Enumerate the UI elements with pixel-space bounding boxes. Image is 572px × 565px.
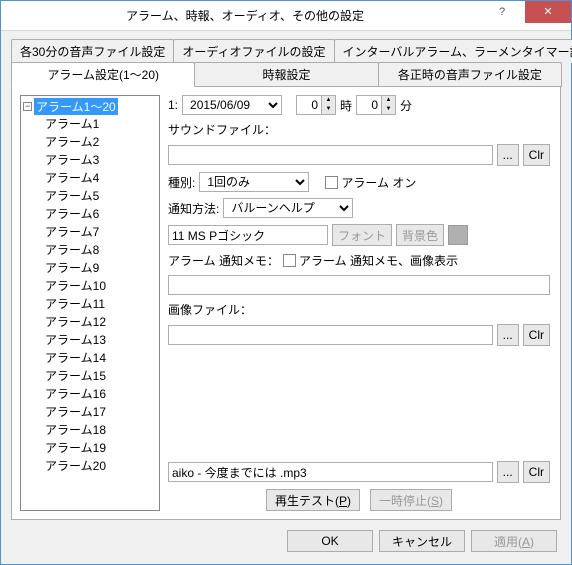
play-test-button[interactable]: 再生テスト(P)	[266, 489, 360, 511]
tab-audio-file[interactable]: オーディオファイルの設定	[173, 39, 334, 63]
memo-image-checkbox[interactable]: アラーム 通知メモ、画像表示	[283, 252, 458, 269]
titlebar: アラーム、時報、オーディオ、その他の設定 ? ✕	[1, 1, 571, 31]
chevron-down-icon[interactable]: ▼	[321, 105, 335, 114]
hour-suffix: 時	[340, 97, 352, 114]
tree-item[interactable]: アラーム16	[45, 386, 157, 404]
tree-item[interactable]: アラーム5	[45, 188, 157, 206]
memo-input[interactable]	[168, 275, 550, 295]
audio-input[interactable]	[168, 462, 493, 482]
tree-item[interactable]: アラーム13	[45, 332, 157, 350]
tab-hourly-sound[interactable]: 各正時の音声ファイル設定	[378, 62, 562, 87]
tab-panel: − アラーム1〜20 アラーム1アラーム2アラーム3アラーム4アラーム5アラーム…	[11, 86, 561, 520]
tab-time-signal[interactable]: 時報設定	[194, 62, 378, 87]
tree-item[interactable]: アラーム11	[45, 296, 157, 314]
chevron-up-icon[interactable]: ▲	[381, 96, 395, 105]
alarm-tree[interactable]: − アラーム1〜20 アラーム1アラーム2アラーム3アラーム4アラーム5アラーム…	[20, 95, 160, 511]
ok-button[interactable]: OK	[287, 530, 373, 552]
tree-children: アラーム1アラーム2アラーム3アラーム4アラーム5アラーム6アラーム7アラーム8…	[45, 116, 157, 476]
tree-item[interactable]: アラーム19	[45, 440, 157, 458]
tree-root[interactable]: − アラーム1〜20	[23, 98, 157, 115]
memo-image-label: アラーム 通知メモ、画像表示	[299, 252, 458, 269]
dialog-window: アラーム、時報、オーディオ、その他の設定 ? ✕ 各30分の音声ファイル設定 オ…	[0, 0, 572, 565]
window-title: アラーム、時報、オーディオ、その他の設定	[11, 7, 479, 24]
font-sample-input[interactable]	[168, 225, 328, 245]
hour-spinner[interactable]: ▲▼	[296, 95, 336, 115]
tree-item[interactable]: アラーム2	[45, 134, 157, 152]
alarm-on-checkbox[interactable]: アラーム オン	[325, 174, 416, 191]
index-label: 1:	[168, 98, 178, 112]
chevron-down-icon[interactable]: ▼	[381, 105, 395, 114]
image-input[interactable]	[168, 325, 493, 345]
checkbox-icon	[283, 254, 296, 267]
chevron-up-icon[interactable]: ▲	[321, 96, 335, 105]
help-button[interactable]: ?	[479, 1, 525, 23]
close-button[interactable]: ✕	[525, 1, 571, 23]
alarm-form: 1: 2015/06/09 ▲▼ 時 ▲▼ 分	[168, 95, 552, 511]
tab-interval-ramen[interactable]: インターバルアラーム、ラーメンタイマー設定	[334, 39, 572, 63]
audio-clear-button[interactable]: Clr	[523, 461, 550, 483]
notify-label: 通知方法:	[168, 200, 219, 217]
tree-item[interactable]: アラーム1	[45, 116, 157, 134]
date-select[interactable]: 2015/06/09	[182, 95, 282, 115]
client-area: 各30分の音声ファイル設定 オーディオファイルの設定 インターバルアラーム、ラー…	[1, 31, 571, 564]
tree-item[interactable]: アラーム15	[45, 368, 157, 386]
minute-value[interactable]	[357, 96, 381, 114]
type-select[interactable]: 1回のみ	[199, 172, 309, 192]
soundfile-clear-button[interactable]: Clr	[523, 144, 550, 166]
tree-item[interactable]: アラーム12	[45, 314, 157, 332]
pause-button[interactable]: 一時停止(S)	[370, 489, 452, 511]
tree-item[interactable]: アラーム14	[45, 350, 157, 368]
dialog-footer: OK キャンセル 適用(A)	[11, 520, 561, 554]
cancel-button[interactable]: キャンセル	[379, 530, 465, 552]
tab-row-2: アラーム設定(1〜20) 時報設定 各正時の音声ファイル設定	[11, 62, 561, 87]
tree-collapse-icon[interactable]: −	[23, 102, 32, 111]
tree-item[interactable]: アラーム3	[45, 152, 157, 170]
tab-30min-sound[interactable]: 各30分の音声ファイル設定	[11, 39, 174, 63]
image-clear-button[interactable]: Clr	[523, 324, 550, 346]
checkbox-icon	[325, 176, 338, 189]
bgcolor-swatch[interactable]	[448, 225, 468, 245]
tree-item[interactable]: アラーム6	[45, 206, 157, 224]
font-button[interactable]: フォント	[332, 224, 392, 246]
tab-alarm-1-20[interactable]: アラーム設定(1〜20)	[11, 62, 195, 87]
minute-suffix: 分	[400, 97, 412, 114]
notify-select[interactable]: バルーンヘルプ	[223, 198, 353, 218]
tree-item[interactable]: アラーム8	[45, 242, 157, 260]
image-label: 画像ファイル：	[168, 301, 252, 318]
soundfile-browse-button[interactable]: ...	[497, 144, 519, 166]
tree-item[interactable]: アラーム7	[45, 224, 157, 242]
bgcolor-button[interactable]: 背景色	[396, 224, 444, 246]
tree-item[interactable]: アラーム4	[45, 170, 157, 188]
alarm-on-label: アラーム オン	[341, 174, 416, 191]
tab-row-1: 各30分の音声ファイル設定 オーディオファイルの設定 インターバルアラーム、ラー…	[11, 39, 561, 63]
tree-item[interactable]: アラーム9	[45, 260, 157, 278]
tree-root-label[interactable]: アラーム1〜20	[34, 98, 118, 115]
tree-item[interactable]: アラーム20	[45, 458, 157, 476]
image-browse-button[interactable]: ...	[497, 324, 519, 346]
memo-label: アラーム 通知メモ：	[168, 252, 279, 269]
hour-value[interactable]	[297, 96, 321, 114]
tree-item[interactable]: アラーム17	[45, 404, 157, 422]
soundfile-input[interactable]	[168, 145, 493, 165]
apply-button[interactable]: 適用(A)	[471, 530, 557, 552]
type-label: 種別:	[168, 174, 195, 191]
minute-spinner[interactable]: ▲▼	[356, 95, 396, 115]
soundfile-label: サウンドファイル：	[168, 121, 276, 138]
tree-item[interactable]: アラーム18	[45, 422, 157, 440]
tree-item[interactable]: アラーム10	[45, 278, 157, 296]
audio-browse-button[interactable]: ...	[497, 461, 519, 483]
